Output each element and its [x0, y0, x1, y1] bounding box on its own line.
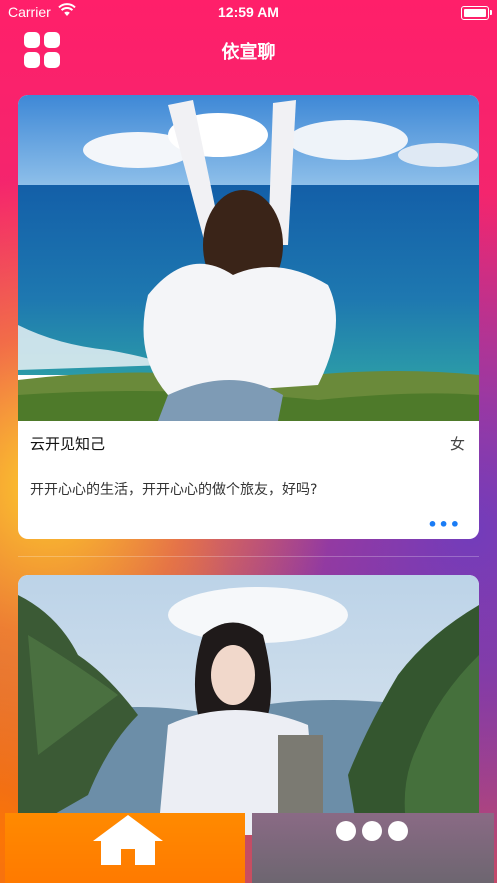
battery-icon: [461, 6, 492, 20]
clock: 12:59 AM: [218, 4, 279, 20]
home-icon: [93, 815, 163, 865]
profile-photo: [18, 575, 479, 835]
profile-gender: 女: [449, 435, 465, 453]
tab-home[interactable]: [5, 813, 245, 883]
profile-card[interactable]: 云开见知己 女 开开心心的生活，开开心心的做个旅友，好吗? •••: [18, 95, 479, 539]
profile-card[interactable]: [18, 575, 479, 835]
page-title: 依宣聊: [221, 42, 276, 63]
more-dots-icon: [336, 821, 414, 845]
status-bar: Carrier 12:59 AM: [0, 0, 497, 24]
profile-photo: [18, 95, 479, 421]
profile-name: 云开见知己: [30, 435, 106, 453]
navigation-bar: 依宣聊: [0, 28, 497, 72]
divider: [18, 556, 479, 557]
tab-more[interactable]: [252, 813, 494, 883]
more-options-button[interactable]: •••: [427, 515, 461, 534]
profile-description: 开开心心的生活，开开心心的做个旅友，好吗?: [30, 482, 318, 498]
